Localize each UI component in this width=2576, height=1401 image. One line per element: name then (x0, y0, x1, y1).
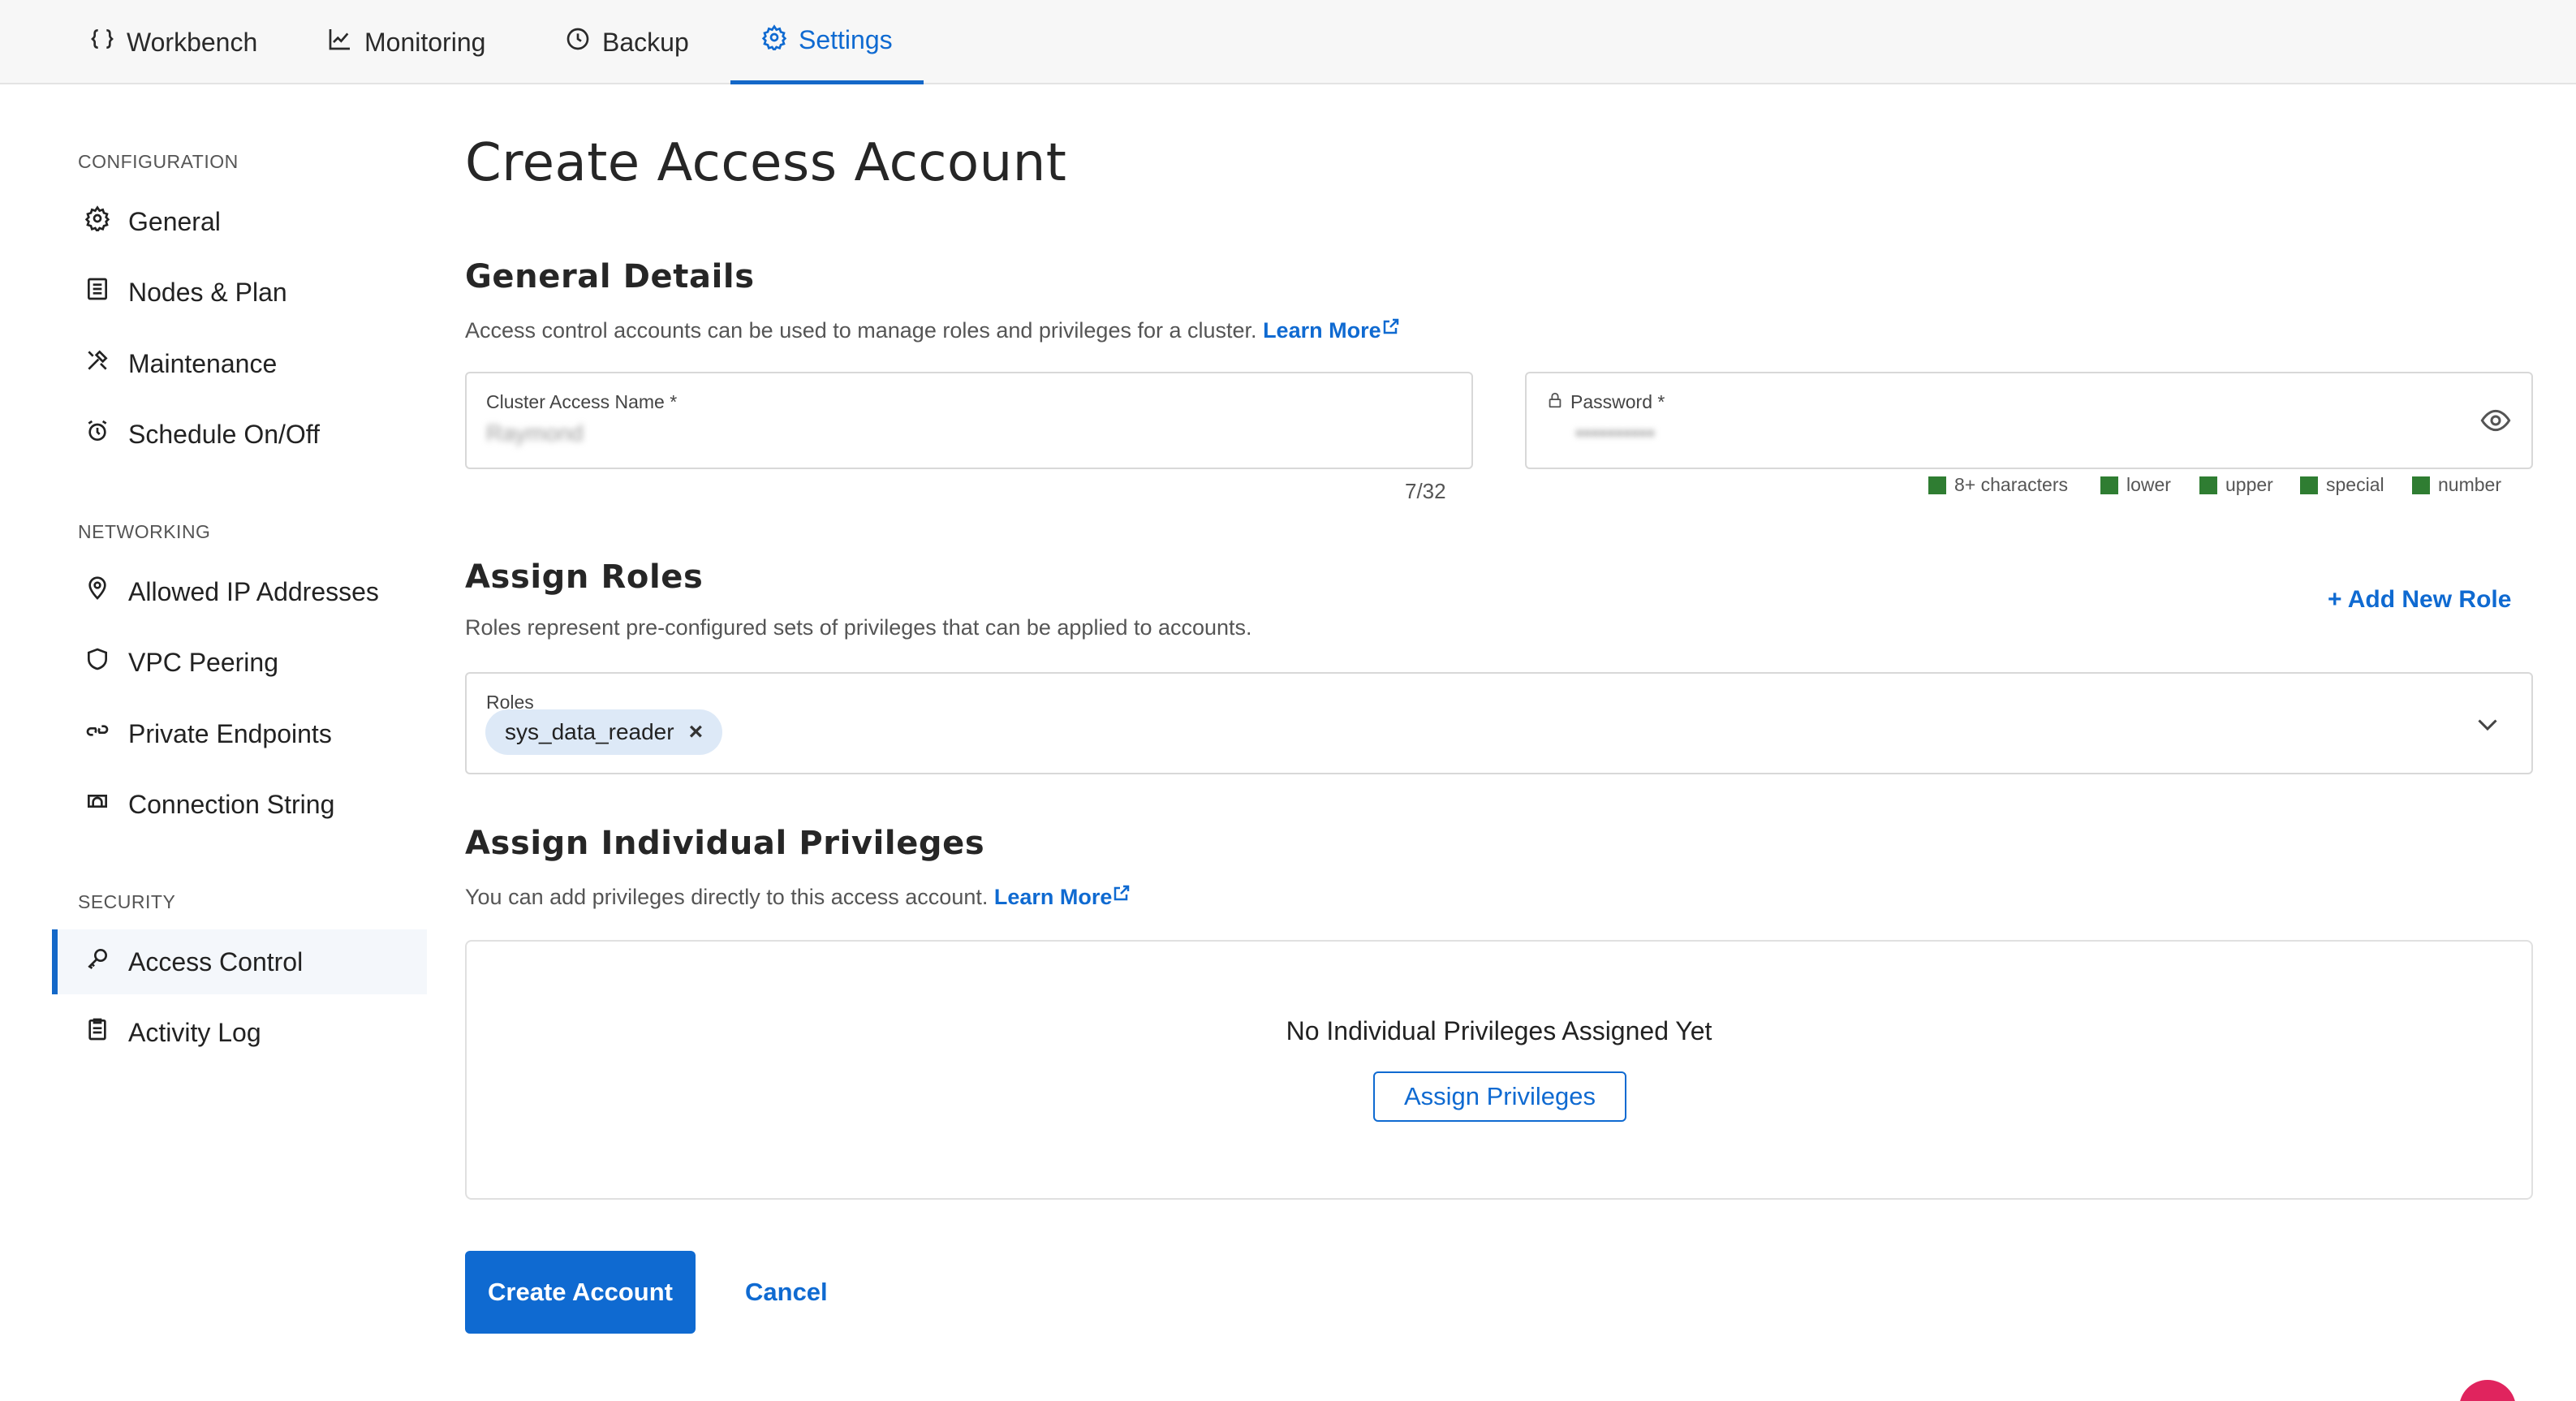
cluster-access-name-field[interactable]: Cluster Access Name * Raymond (465, 372, 1473, 469)
sidebar-item-maintenance[interactable]: Maintenance (52, 331, 427, 396)
check-square-icon (1928, 476, 1946, 494)
gear-icon (84, 205, 110, 238)
external-link-icon (1381, 318, 1401, 343)
sidebar-item-vpc-peering[interactable]: VPC Peering (52, 630, 427, 695)
chip-label: sys_data_reader (505, 719, 674, 744)
help-chat-icon[interactable] (2459, 1380, 2516, 1401)
sidebar-heading-security: SECURITY (78, 891, 176, 912)
assign-roles-title: Assign Roles (465, 558, 704, 596)
sidebar-item-label: VPC Peering (128, 647, 278, 677)
sidebar-item-allowed-ip[interactable]: Allowed IP Addresses (52, 559, 427, 624)
sidebar-item-label: Nodes & Plan (128, 277, 287, 307)
rule-label: special (2326, 474, 2384, 495)
description-text: Access control accounts can be used to m… (465, 318, 1257, 343)
shield-icon (84, 646, 110, 679)
key-icon (84, 946, 110, 978)
rule-label: upper (2225, 474, 2273, 495)
field-label: Password * (1570, 391, 1665, 412)
cancel-button[interactable]: Cancel (745, 1251, 828, 1334)
close-icon[interactable]: × (689, 718, 704, 746)
tab-backup[interactable]: Backup (534, 0, 720, 84)
location-pin-icon (84, 575, 110, 608)
check-square-icon (2199, 476, 2217, 494)
list-icon (84, 276, 110, 308)
assign-privileges-title: Assign Individual Privileges (465, 825, 985, 862)
sidebar-item-access-control[interactable]: Access Control (52, 929, 427, 994)
sidebar-item-label: Access Control (128, 946, 304, 976)
add-new-role-button[interactable]: + Add New Role (2328, 586, 2511, 614)
tab-label: Settings (799, 25, 893, 54)
assign-roles-description: Roles represent pre-configured sets of p… (465, 615, 1252, 640)
link-label: Learn More (1263, 318, 1381, 343)
clipboard-icon (84, 1016, 110, 1049)
external-link-icon (1112, 885, 1131, 909)
assign-privileges-description: You can add privileges directly to this … (465, 883, 1131, 910)
sidebar-item-label: Activity Log (128, 1017, 261, 1047)
role-chip: sys_data_reader × (485, 709, 723, 755)
gear-icon (761, 24, 787, 57)
lock-icon (1546, 391, 1564, 413)
sidebar-item-nodes-plan[interactable]: Nodes & Plan (52, 260, 427, 325)
tab-label: Backup (602, 27, 689, 57)
bridge-icon (84, 788, 110, 821)
alarm-clock-icon (84, 418, 110, 450)
field-label: Cluster Access Name * (486, 391, 678, 412)
privileges-empty-state: No Individual Privileges Assigned Yet As… (465, 940, 2533, 1200)
eye-icon[interactable] (2478, 404, 2514, 441)
password-rule-special: special (2300, 474, 2384, 496)
description-text: You can add privileges directly to this … (465, 885, 989, 909)
sidebar-item-general[interactable]: General (52, 189, 427, 254)
tab-monitoring[interactable]: Monitoring (296, 0, 516, 84)
sidebar-item-label: Maintenance (128, 348, 278, 378)
tab-label: Workbench (127, 27, 258, 57)
sidebar-heading-networking: NETWORKING (78, 521, 211, 542)
check-square-icon (2100, 476, 2118, 494)
create-account-button[interactable]: Create Account (465, 1251, 696, 1334)
password-rule-lower: lower (2100, 474, 2171, 496)
field-value: Raymond (486, 420, 584, 446)
character-counter: 7/32 (1405, 479, 1446, 503)
general-details-title: General Details (465, 258, 755, 295)
sidebar-item-label: Schedule On/Off (128, 419, 320, 449)
sidebar-item-label: General (128, 206, 221, 236)
password-field[interactable]: Password * •••••••••• (1525, 372, 2533, 469)
tools-icon (84, 347, 110, 380)
tab-label: Monitoring (364, 27, 486, 57)
check-square-icon (2412, 476, 2430, 494)
tab-workbench[interactable]: Workbench (58, 0, 288, 84)
general-details-description: Access control accounts can be used to m… (465, 317, 1401, 343)
clock-icon (565, 26, 591, 58)
page-title: Create Access Account (465, 133, 1067, 193)
chevron-down-icon[interactable] (2473, 709, 2502, 743)
sidebar-item-label: Allowed IP Addresses (128, 576, 379, 606)
check-square-icon (2300, 476, 2318, 494)
learn-more-link[interactable]: Learn More (1263, 318, 1401, 343)
sidebar-item-label: Connection String (128, 789, 335, 819)
rule-label: 8+ characters (1954, 474, 2068, 495)
sidebar-item-private-endpoints[interactable]: Private Endpoints (52, 701, 427, 766)
tab-settings[interactable]: Settings (730, 0, 924, 84)
empty-state-text: No Individual Privileges Assigned Yet (1286, 1016, 1712, 1045)
learn-more-link[interactable]: Learn More (994, 885, 1132, 909)
braces-icon (89, 26, 115, 58)
password-value: •••••••••• (1575, 420, 1656, 446)
sidebar-item-connection-string[interactable]: Connection String (52, 772, 427, 837)
sidebar-item-schedule[interactable]: Schedule On/Off (52, 402, 427, 467)
line-chart-icon (327, 26, 353, 58)
rule-label: number (2438, 474, 2501, 495)
sidebar-heading-configuration: CONFIGURATION (78, 151, 239, 172)
link-icon (84, 718, 110, 750)
sidebar-item-activity-log[interactable]: Activity Log (52, 1000, 427, 1065)
assign-privileges-button[interactable]: Assign Privileges (1373, 1071, 1626, 1122)
roles-select[interactable]: Roles (465, 672, 2533, 774)
password-rule-upper: upper (2199, 474, 2273, 496)
password-rule-length: 8+ characters (1928, 474, 2068, 496)
rule-label: lower (2126, 474, 2171, 495)
password-rule-number: number (2412, 474, 2501, 496)
sidebar-item-label: Private Endpoints (128, 718, 332, 748)
link-label: Learn More (993, 885, 1113, 909)
